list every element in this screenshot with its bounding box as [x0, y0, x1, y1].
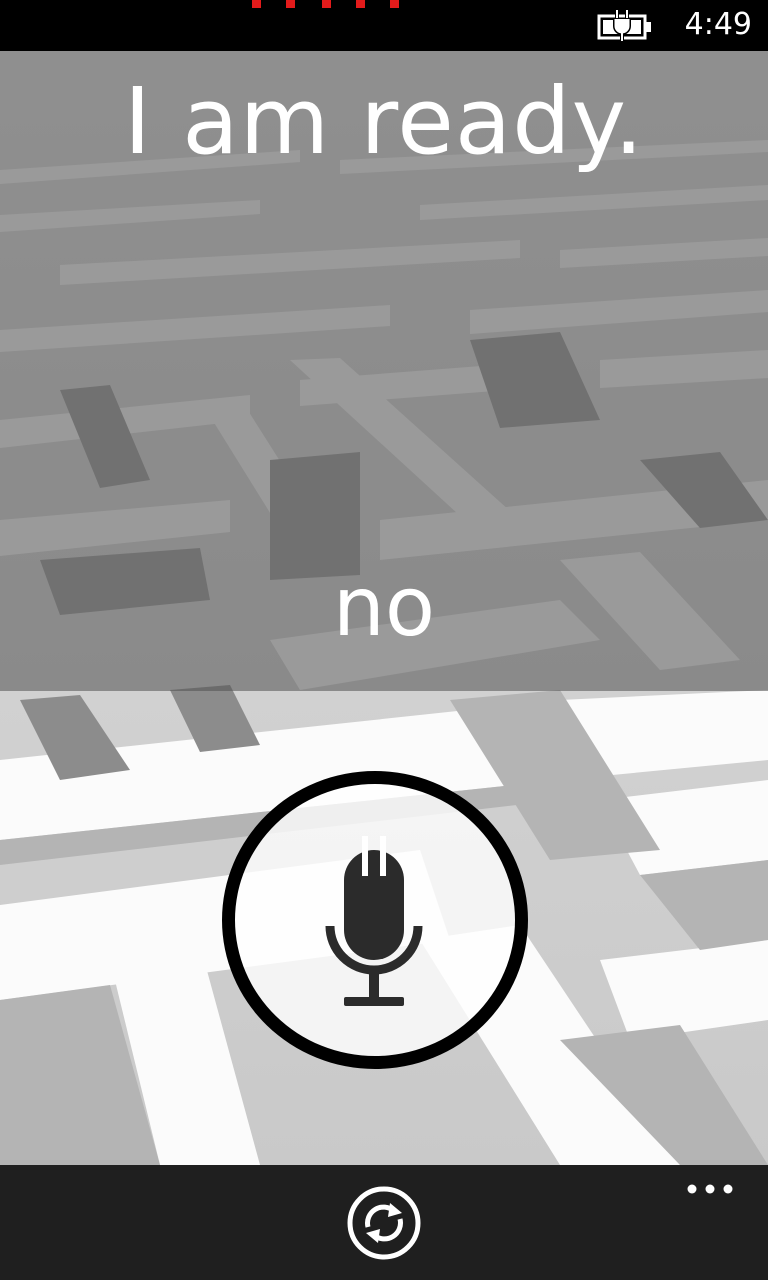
- battery-charging-icon: [597, 10, 651, 42]
- clock: 4:49: [684, 7, 752, 42]
- status-headline: I am ready.: [123, 68, 645, 175]
- signal-bars-icon: [252, 0, 399, 8]
- refresh-icon[interactable]: [344, 1183, 424, 1263]
- app-bar: [0, 1165, 768, 1280]
- ellipsis-icon[interactable]: [680, 1177, 740, 1201]
- microphone-icon: [325, 836, 423, 1006]
- recognized-word: no: [332, 560, 436, 655]
- status-bar: 4:49: [0, 0, 768, 51]
- speech-game-screen: 4:49 I am ready. no: [0, 0, 768, 1280]
